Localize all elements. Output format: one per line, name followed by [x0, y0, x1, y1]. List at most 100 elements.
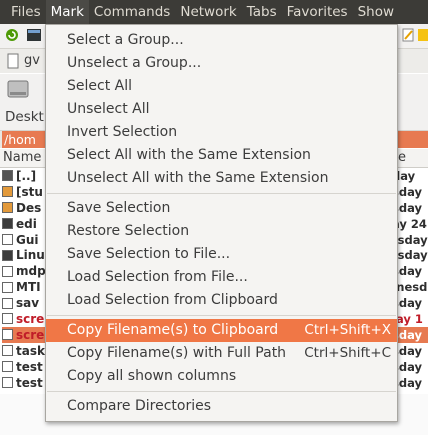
- file-row[interactable]: Des: [2, 200, 48, 216]
- menu-item-copy-filenames-to-clipboard[interactable]: Copy Filename(s) to Clipboard Ctrl+Shift+…: [46, 319, 397, 342]
- menu-item-select-a-group[interactable]: Select a Group...: [46, 29, 397, 52]
- file-row[interactable]: edi: [2, 216, 48, 232]
- file-icon: [2, 297, 13, 309]
- menu-item-label: Invert Selection: [67, 124, 178, 140]
- column-date-header[interactable]: e: [398, 149, 406, 167]
- menu-item-copy-all-shown-columns[interactable]: Copy all shown columns: [46, 365, 397, 388]
- file-icon: [2, 329, 13, 341]
- file-row[interactable]: sav: [2, 295, 48, 311]
- file-icon: [2, 313, 13, 325]
- menu-item-label: Unselect All with the Same Extension: [67, 170, 329, 186]
- menu-item-save-selection-to-file[interactable]: Save Selection to File...: [46, 243, 397, 266]
- file-name: Des: [16, 200, 42, 215]
- menu-item-copy-filenames-with-full-path[interactable]: Copy Filename(s) with Full Path Ctrl+Shif…: [46, 342, 397, 365]
- folder-icon: [2, 202, 13, 214]
- column-name-header[interactable]: Name: [3, 149, 41, 167]
- file-icon: [2, 249, 13, 261]
- menu-item-load-selection-from-file[interactable]: Load Selection from File...: [46, 266, 397, 289]
- file-name: scre: [16, 327, 45, 342]
- menu-commands[interactable]: Commands: [89, 0, 175, 24]
- menu-item-unselect-a-group[interactable]: Unselect a Group...: [46, 52, 397, 75]
- menu-item-select-all[interactable]: Select All: [46, 75, 397, 98]
- menu-bar: Files Mark Commands Network Tabs Favorit…: [0, 0, 428, 24]
- folder-icon: [2, 186, 13, 198]
- edit-icon[interactable]: [400, 27, 416, 43]
- file-icon: [2, 281, 13, 293]
- up-folder-icon: [2, 170, 13, 182]
- file-icon: [2, 361, 13, 373]
- menu-item-label: Save Selection to File...: [67, 246, 231, 262]
- menu-item-compare-directories[interactable]: Compare Directories: [46, 395, 397, 418]
- file-row[interactable]: task: [2, 343, 48, 359]
- file-name: sav: [16, 296, 40, 311]
- current-path[interactable]: /hom: [2, 131, 48, 148]
- menu-item-label: Restore Selection: [67, 223, 190, 239]
- file-icon: [2, 265, 13, 277]
- menu-item-label: Load Selection from File...: [67, 269, 248, 285]
- file-name: [stu: [16, 184, 43, 199]
- menu-item-label: Select All with the Same Extension: [67, 147, 311, 163]
- file-row[interactable]: scre: [2, 326, 48, 343]
- file-row[interactable]: scre: [2, 311, 48, 327]
- menu-item-restore-selection[interactable]: Restore Selection: [46, 220, 397, 243]
- menu-item-load-selection-from-clipboard[interactable]: Load Selection from Clipboard: [46, 289, 397, 312]
- refresh-icon[interactable]: [4, 27, 20, 43]
- menu-item-label: Copy all shown columns: [67, 368, 237, 384]
- tab-desktop[interactable]: Deskt: [5, 109, 44, 125]
- menu-item-label: Save Selection: [67, 200, 171, 216]
- file-row[interactable]: MTI: [2, 279, 48, 295]
- file-name: scre: [16, 311, 45, 326]
- menu-item-save-selection[interactable]: Save Selection: [46, 197, 397, 220]
- file-name: edi: [16, 216, 37, 231]
- file-row[interactable]: [..]: [2, 168, 48, 184]
- file-row[interactable]: mdp: [2, 263, 48, 279]
- menu-files[interactable]: Files: [6, 0, 46, 24]
- file-icon: [7, 53, 19, 69]
- path-field-text[interactable]: gv: [24, 53, 40, 68]
- file-name: [..]: [16, 168, 37, 183]
- menu-separator: [47, 391, 396, 392]
- file-name: Linu: [16, 248, 45, 263]
- menu-item-unselect-all-with-the-same-extension[interactable]: Unselect All with the Same Extension: [46, 167, 397, 190]
- file-name: task: [16, 343, 45, 358]
- menu-item-shortcut: Ctrl+Shift+X: [304, 322, 391, 338]
- menu-mark[interactable]: Mark: [45, 0, 89, 24]
- file-name: MTI: [16, 280, 41, 295]
- menu-item-label: Select a Group...: [67, 32, 184, 48]
- file-name: Gui: [16, 232, 39, 247]
- menu-item-label: Copy Filename(s) to Clipboard: [67, 322, 279, 338]
- menu-separator: [47, 315, 396, 316]
- menu-item-label: Unselect All: [67, 101, 150, 117]
- menu-network[interactable]: Network: [175, 0, 241, 24]
- menu-item-shortcut: Ctrl+Shift+C: [304, 345, 391, 361]
- file-icon: [2, 234, 13, 245]
- file-icon: [2, 377, 13, 389]
- menu-favorites[interactable]: Favorites: [282, 0, 353, 24]
- menu-show[interactable]: Show: [353, 0, 399, 24]
- file-name: test: [16, 375, 43, 390]
- file-icon: [2, 345, 13, 357]
- terminal-icon[interactable]: [26, 27, 42, 43]
- file-name: mdp: [16, 264, 46, 279]
- file-row[interactable]: test: [2, 375, 48, 391]
- file-row[interactable]: Gui: [2, 232, 48, 248]
- settings-icon[interactable]: [416, 27, 428, 43]
- drive-icon[interactable]: [6, 78, 30, 100]
- menu-separator: [47, 193, 396, 194]
- file-name: test: [16, 359, 43, 374]
- menu-item-unselect-all[interactable]: Unselect All: [46, 98, 397, 121]
- file-row[interactable]: Linu: [2, 247, 48, 263]
- file-list-left: [..] [stu Des edi Gui Linu mdp MTI sav scre scre ta…: [2, 168, 48, 390]
- file-row[interactable]: test: [2, 359, 48, 375]
- menu-item-label: Load Selection from Clipboard: [67, 292, 278, 308]
- mark-menu-dropdown: Select a Group... Unselect a Group... Sele…: [45, 24, 398, 422]
- menu-item-label: Select All: [67, 78, 132, 94]
- menu-item-select-all-with-the-same-extension[interactable]: Select All with the Same Extension: [46, 144, 397, 167]
- menu-item-label: Unselect a Group...: [67, 55, 202, 71]
- menu-item-invert-selection[interactable]: Invert Selection: [46, 121, 397, 144]
- file-row[interactable]: [stu: [2, 184, 48, 200]
- menu-item-label: Compare Directories: [67, 398, 211, 414]
- menu-tabs[interactable]: Tabs: [242, 0, 282, 24]
- file-icon: [2, 218, 13, 230]
- menu-item-label: Copy Filename(s) with Full Path: [67, 345, 287, 361]
